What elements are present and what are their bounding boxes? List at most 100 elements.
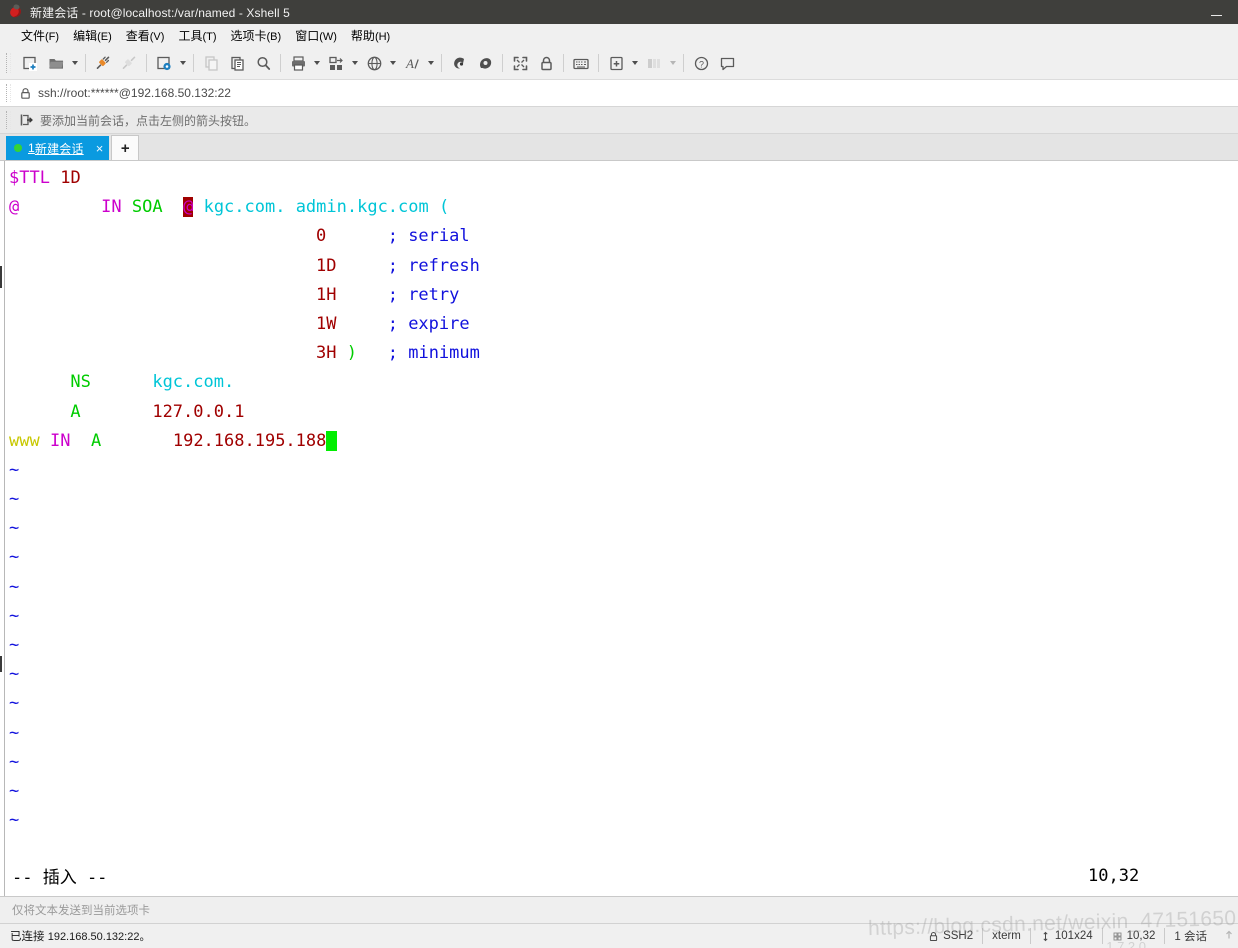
copy-icon[interactable] — [198, 50, 224, 76]
add-tab-icon[interactable] — [603, 50, 629, 76]
menu-help[interactable]: 帮助(H) — [344, 25, 397, 46]
menu-help-label: 帮助 — [350, 28, 375, 43]
connect-plug-icon[interactable] — [90, 50, 116, 76]
layout-dropdown-icon[interactable] — [667, 50, 679, 76]
menu-view-label: 查看 — [125, 28, 150, 43]
toolbar-grip[interactable] — [6, 53, 11, 73]
terminal-line: @ IN SOA @ kgc.com. admin.kgc.com ( — [9, 193, 1238, 222]
address-bar[interactable]: ssh://root:******@192.168.50.132:22 — [0, 80, 1238, 107]
terminal-output[interactable]: $TTL 1D @ IN SOA @ kgc.com. admin.kgc.com… — [5, 161, 1238, 896]
toolbar-separator — [193, 54, 194, 72]
menu-file[interactable]: 文件(F) — [14, 25, 66, 46]
menu-edit[interactable]: 编辑(E) — [66, 25, 119, 46]
paste-icon[interactable] — [224, 50, 250, 76]
terminal-line: ~ — [9, 485, 1238, 514]
send-command-bar[interactable]: 仅将文本发送到当前选项卡 — [0, 896, 1238, 923]
terminal-text: ~ — [9, 635, 20, 655]
globe-icon[interactable] — [361, 50, 387, 76]
menu-tabs[interactable]: 选项卡(B) — [224, 25, 289, 46]
menu-window[interactable]: 窗口(W) — [288, 25, 344, 46]
layout-icon[interactable] — [641, 50, 667, 76]
session-properties-dropdown-icon[interactable] — [177, 50, 189, 76]
add-tab-dropdown-icon[interactable] — [629, 50, 641, 76]
terminal-text: kgc.com. — [152, 372, 235, 393]
lock-icon — [928, 931, 939, 942]
open-folder-icon[interactable] — [43, 50, 69, 76]
session-properties-icon[interactable] — [151, 50, 177, 76]
terminal-text: ~ — [9, 810, 20, 831]
status-term-type: xterm — [982, 928, 1030, 944]
keyboard-icon[interactable] — [568, 50, 594, 76]
comment-icon[interactable] — [714, 50, 740, 76]
tab-session-1[interactable]: 1 新建会话 × — [6, 136, 110, 160]
terminal-text: 1H — [316, 284, 337, 305]
title-bar: 新建会话 - root@localhost:/var/named - Xshel… — [0, 0, 1238, 24]
notice-bar-grip[interactable] — [6, 111, 11, 129]
new-session-icon[interactable] — [17, 50, 43, 76]
terminal-line: ~ — [9, 514, 1238, 543]
terminal-text: ~ — [9, 693, 20, 714]
terminal-text: 192.168.195.188 — [172, 430, 327, 451]
shell-green-icon[interactable] — [446, 50, 472, 76]
address-bar-grip[interactable] — [6, 84, 11, 102]
terminal-line: A 127.0.0.1 — [9, 398, 1238, 427]
menu-tools[interactable]: 工具(T) — [171, 25, 223, 46]
terminal-text: ~ — [9, 459, 20, 480]
help-icon[interactable]: ? — [688, 50, 714, 76]
font-dropdown-icon[interactable] — [425, 50, 437, 76]
grid-icon — [1112, 931, 1123, 942]
open-folder-dropdown-icon[interactable] — [69, 50, 81, 76]
terminal-text: @ — [9, 197, 20, 218]
status-cursor-position: 10,32 — [1101, 928, 1165, 944]
tab-close-icon[interactable]: × — [96, 142, 104, 155]
window-resize-grip[interactable] — [1218, 928, 1234, 944]
globe-dropdown-icon[interactable] — [387, 50, 399, 76]
terminal-text: ~ — [9, 547, 20, 568]
terminal-text: SOA — [131, 197, 163, 218]
terminal-line: 1H ; retry — [9, 281, 1238, 310]
terminal-area: $TTL 1D @ IN SOA @ kgc.com. admin.kgc.com… — [0, 160, 1238, 896]
terminal-line: ~ — [9, 631, 1238, 660]
print-icon[interactable] — [285, 50, 311, 76]
status-protocol: SSH2 — [919, 928, 982, 944]
terminal-text: kgc.com. admin.kgc.com — [203, 197, 429, 218]
menu-tabs-label: 选项卡 — [230, 28, 267, 43]
window-title: 新建会话 - root@localhost:/var/named - Xshel… — [30, 5, 290, 20]
tab-status-dot-icon — [14, 144, 22, 152]
find-icon[interactable] — [250, 50, 276, 76]
menu-tools-label: 工具 — [178, 28, 203, 43]
address-url[interactable]: ssh://root:******@192.168.50.132:22 — [38, 86, 231, 100]
terminal-text: ~ — [9, 605, 20, 626]
menu-tabs-mnemonic: (B) — [266, 30, 282, 43]
toolbar-separator — [563, 54, 564, 72]
disconnect-plug-icon[interactable] — [116, 50, 142, 76]
resize-icon — [1040, 931, 1051, 942]
font-icon[interactable]: A — [399, 50, 425, 76]
new-tab-button[interactable]: + — [111, 135, 140, 160]
connected-label: 已连接 — [10, 931, 45, 943]
status-session-count-label: 1 会话 — [1174, 931, 1207, 943]
menu-window-label: 窗口 — [295, 28, 320, 43]
print-dropdown-icon[interactable] — [311, 50, 323, 76]
shell-blue-icon[interactable] — [472, 50, 498, 76]
add-session-arrow-icon[interactable] — [19, 113, 33, 127]
lock-icon[interactable] — [533, 50, 559, 76]
menu-view[interactable]: 查看(V) — [119, 25, 172, 46]
minimize-button[interactable] — [1194, 0, 1238, 24]
fullscreen-icon[interactable] — [507, 50, 533, 76]
terminal-line: ~ — [9, 806, 1238, 835]
file-transfer-dropdown-icon[interactable] — [349, 50, 361, 76]
file-transfer-icon[interactable] — [323, 50, 349, 76]
menu-bar: 文件(F) 编辑(E) 查看(V) 工具(T) 选项卡(B) 窗口(W) 帮助(… — [0, 24, 1238, 47]
